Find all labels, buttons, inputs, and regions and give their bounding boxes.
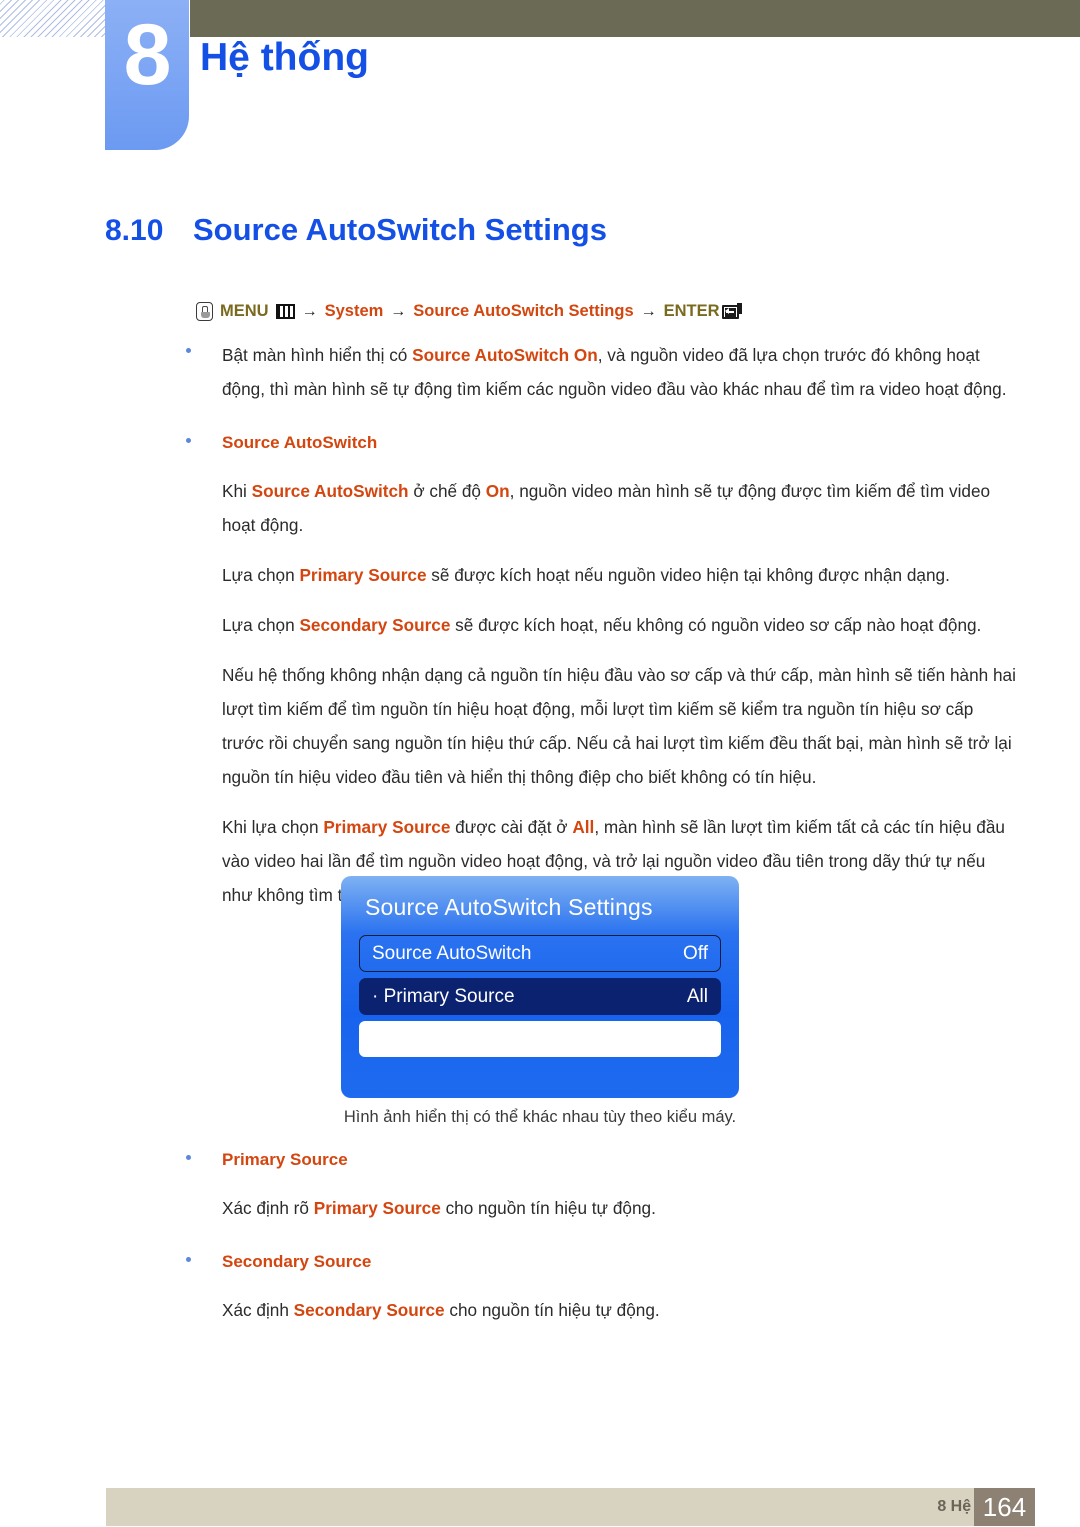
body-content-lower: Primary Source Xác định rõ Primary Sourc… <box>0 1145 1080 1327</box>
p4-text-a: Lựa chọn <box>222 615 300 635</box>
osd-panel: Source AutoSwitch Settings Source AutoSw… <box>341 876 739 1098</box>
breadcrumb-menu-label: MENU <box>220 302 269 320</box>
paragraph-4: Lựa chọn Secondary Source sẽ được kích h… <box>222 608 1018 642</box>
section-title: Source AutoSwitch Settings <box>193 212 607 247</box>
p1-text-a: Bật màn hình hiển thị có <box>222 345 413 365</box>
p2-text-a: Khi <box>222 481 252 501</box>
footer-bar <box>106 1488 1035 1526</box>
osd-row-value: All <box>686 985 708 1007</box>
osd-caption: Hình ảnh hiển thị có thể khác nhau tùy t… <box>343 1108 737 1126</box>
paragraph-block-3: Lựa chọn Primary Source sẽ được kích hoạ… <box>0 558 1080 592</box>
osd-title: Source AutoSwitch Settings <box>365 894 653 920</box>
osd-row-value: Off <box>683 942 708 964</box>
p8-text-a: Xác định <box>222 1300 294 1320</box>
paragraph-1: Bật màn hình hiển thị có Source AutoSwit… <box>222 338 1018 406</box>
p8-text-c: cho nguồn tín hiệu tự động. <box>444 1300 660 1320</box>
hand-press-icon <box>196 302 213 321</box>
p3-text-c: sẽ được kích hoạt nếu nguồn video hiện t… <box>426 565 950 585</box>
p2-highlight-2: On <box>485 481 510 501</box>
subheading-source-autoswitch: Source AutoSwitch <box>222 433 378 452</box>
p7-text-a: Xác định rõ <box>222 1198 314 1218</box>
paragraph-block-2: Khi Source AutoSwitch ở chế độ On, nguồn… <box>0 474 1080 542</box>
breadcrumb-arrow-2: → <box>390 302 407 320</box>
paragraph-5: Nếu hệ thống không nhận dạng cả nguồn tí… <box>222 665 1016 787</box>
p1-highlight: Source AutoSwitch On <box>412 345 598 365</box>
p6-text-c: được cài đặt ở <box>450 817 573 837</box>
p6-highlight-2: All <box>572 817 595 837</box>
header-olive-bar <box>190 0 1080 37</box>
bullet-icon <box>186 1155 191 1160</box>
bullet-icon <box>186 1257 191 1262</box>
breadcrumb: MENU → System → Source AutoSwitch Settin… <box>196 302 743 321</box>
section-number: 8.10 <box>105 214 164 247</box>
osd-screenshot: Source AutoSwitch Settings Source AutoSw… <box>0 876 1080 1098</box>
bullet-block-2: Source AutoSwitch <box>0 428 1080 458</box>
p2-highlight-1: Source AutoSwitch <box>251 481 409 501</box>
subheading-primary-source: Primary Source <box>222 1150 348 1169</box>
enter-key-icon <box>721 303 743 320</box>
p7-text-c: cho nguồn tín hiệu tự động. <box>440 1198 656 1218</box>
osd-row-label: · Primary Source <box>372 985 515 1007</box>
paragraph-2: Khi Source AutoSwitch ở chế độ On, nguồn… <box>222 474 1018 542</box>
osd-row-label: Source AutoSwitch <box>372 942 532 964</box>
p8-highlight: Secondary Source <box>293 1300 445 1320</box>
bullet-block-4: Secondary Source <box>0 1247 1080 1277</box>
p4-highlight: Secondary Source <box>299 615 451 635</box>
breadcrumb-arrow-3: → <box>640 302 657 320</box>
paragraph-block-4: Lựa chọn Secondary Source sẽ được kích h… <box>0 608 1080 642</box>
osd-row-blank[interactable] <box>359 1021 721 1057</box>
chapter-number: 8 <box>123 7 172 103</box>
breadcrumb-settings-label: Source AutoSwitch Settings <box>413 302 634 320</box>
paragraph-8: Xác định Secondary Source cho nguồn tín … <box>222 1293 1018 1327</box>
paragraph-7: Xác định rõ Primary Source cho nguồn tín… <box>222 1191 1018 1225</box>
osd-row-source-autoswitch[interactable]: Source AutoSwitch Off <box>359 935 721 972</box>
paragraph-3: Lựa chọn Primary Source sẽ được kích hoạ… <box>222 558 1018 592</box>
paragraph-block-7: Xác định rõ Primary Source cho nguồn tín… <box>0 1191 1080 1225</box>
chapter-title: Hệ thống <box>200 36 369 79</box>
bullet-icon <box>186 348 191 353</box>
menu-grid-icon <box>275 304 295 319</box>
p6-text-a: Khi lựa chọn <box>222 817 324 837</box>
p2-text-c: ở chế độ <box>408 481 486 501</box>
p3-text-a: Lựa chọn <box>222 565 300 585</box>
p3-highlight: Primary Source <box>299 565 427 585</box>
paragraph-block-5: Nếu hệ thống không nhận dạng cả nguồn tí… <box>0 658 1080 794</box>
bullet-icon <box>186 438 191 443</box>
page-number: 164 <box>974 1488 1035 1526</box>
p4-text-c: sẽ được kích hoạt, nếu không có nguồn vi… <box>450 615 982 635</box>
paragraph-block-8: Xác định Secondary Source cho nguồn tín … <box>0 1293 1080 1327</box>
header-hatch-decoration <box>0 0 108 37</box>
p6-highlight-1: Primary Source <box>323 817 451 837</box>
bullet-block-1: Bật màn hình hiển thị có Source AutoSwit… <box>0 338 1080 406</box>
bullet-block-3: Primary Source <box>0 1145 1080 1175</box>
body-content: Bật màn hình hiển thị có Source AutoSwit… <box>0 338 1080 912</box>
breadcrumb-enter-label: ENTER <box>663 302 720 320</box>
page-title: 8.10 Source AutoSwitch Settings <box>105 212 607 248</box>
subheading-secondary-source: Secondary Source <box>222 1252 372 1271</box>
breadcrumb-system-label: System <box>324 302 384 320</box>
osd-row-primary-source[interactable]: · Primary Source All <box>359 978 721 1015</box>
p7-highlight: Primary Source <box>313 1198 441 1218</box>
breadcrumb-arrow-1: → <box>301 302 318 320</box>
